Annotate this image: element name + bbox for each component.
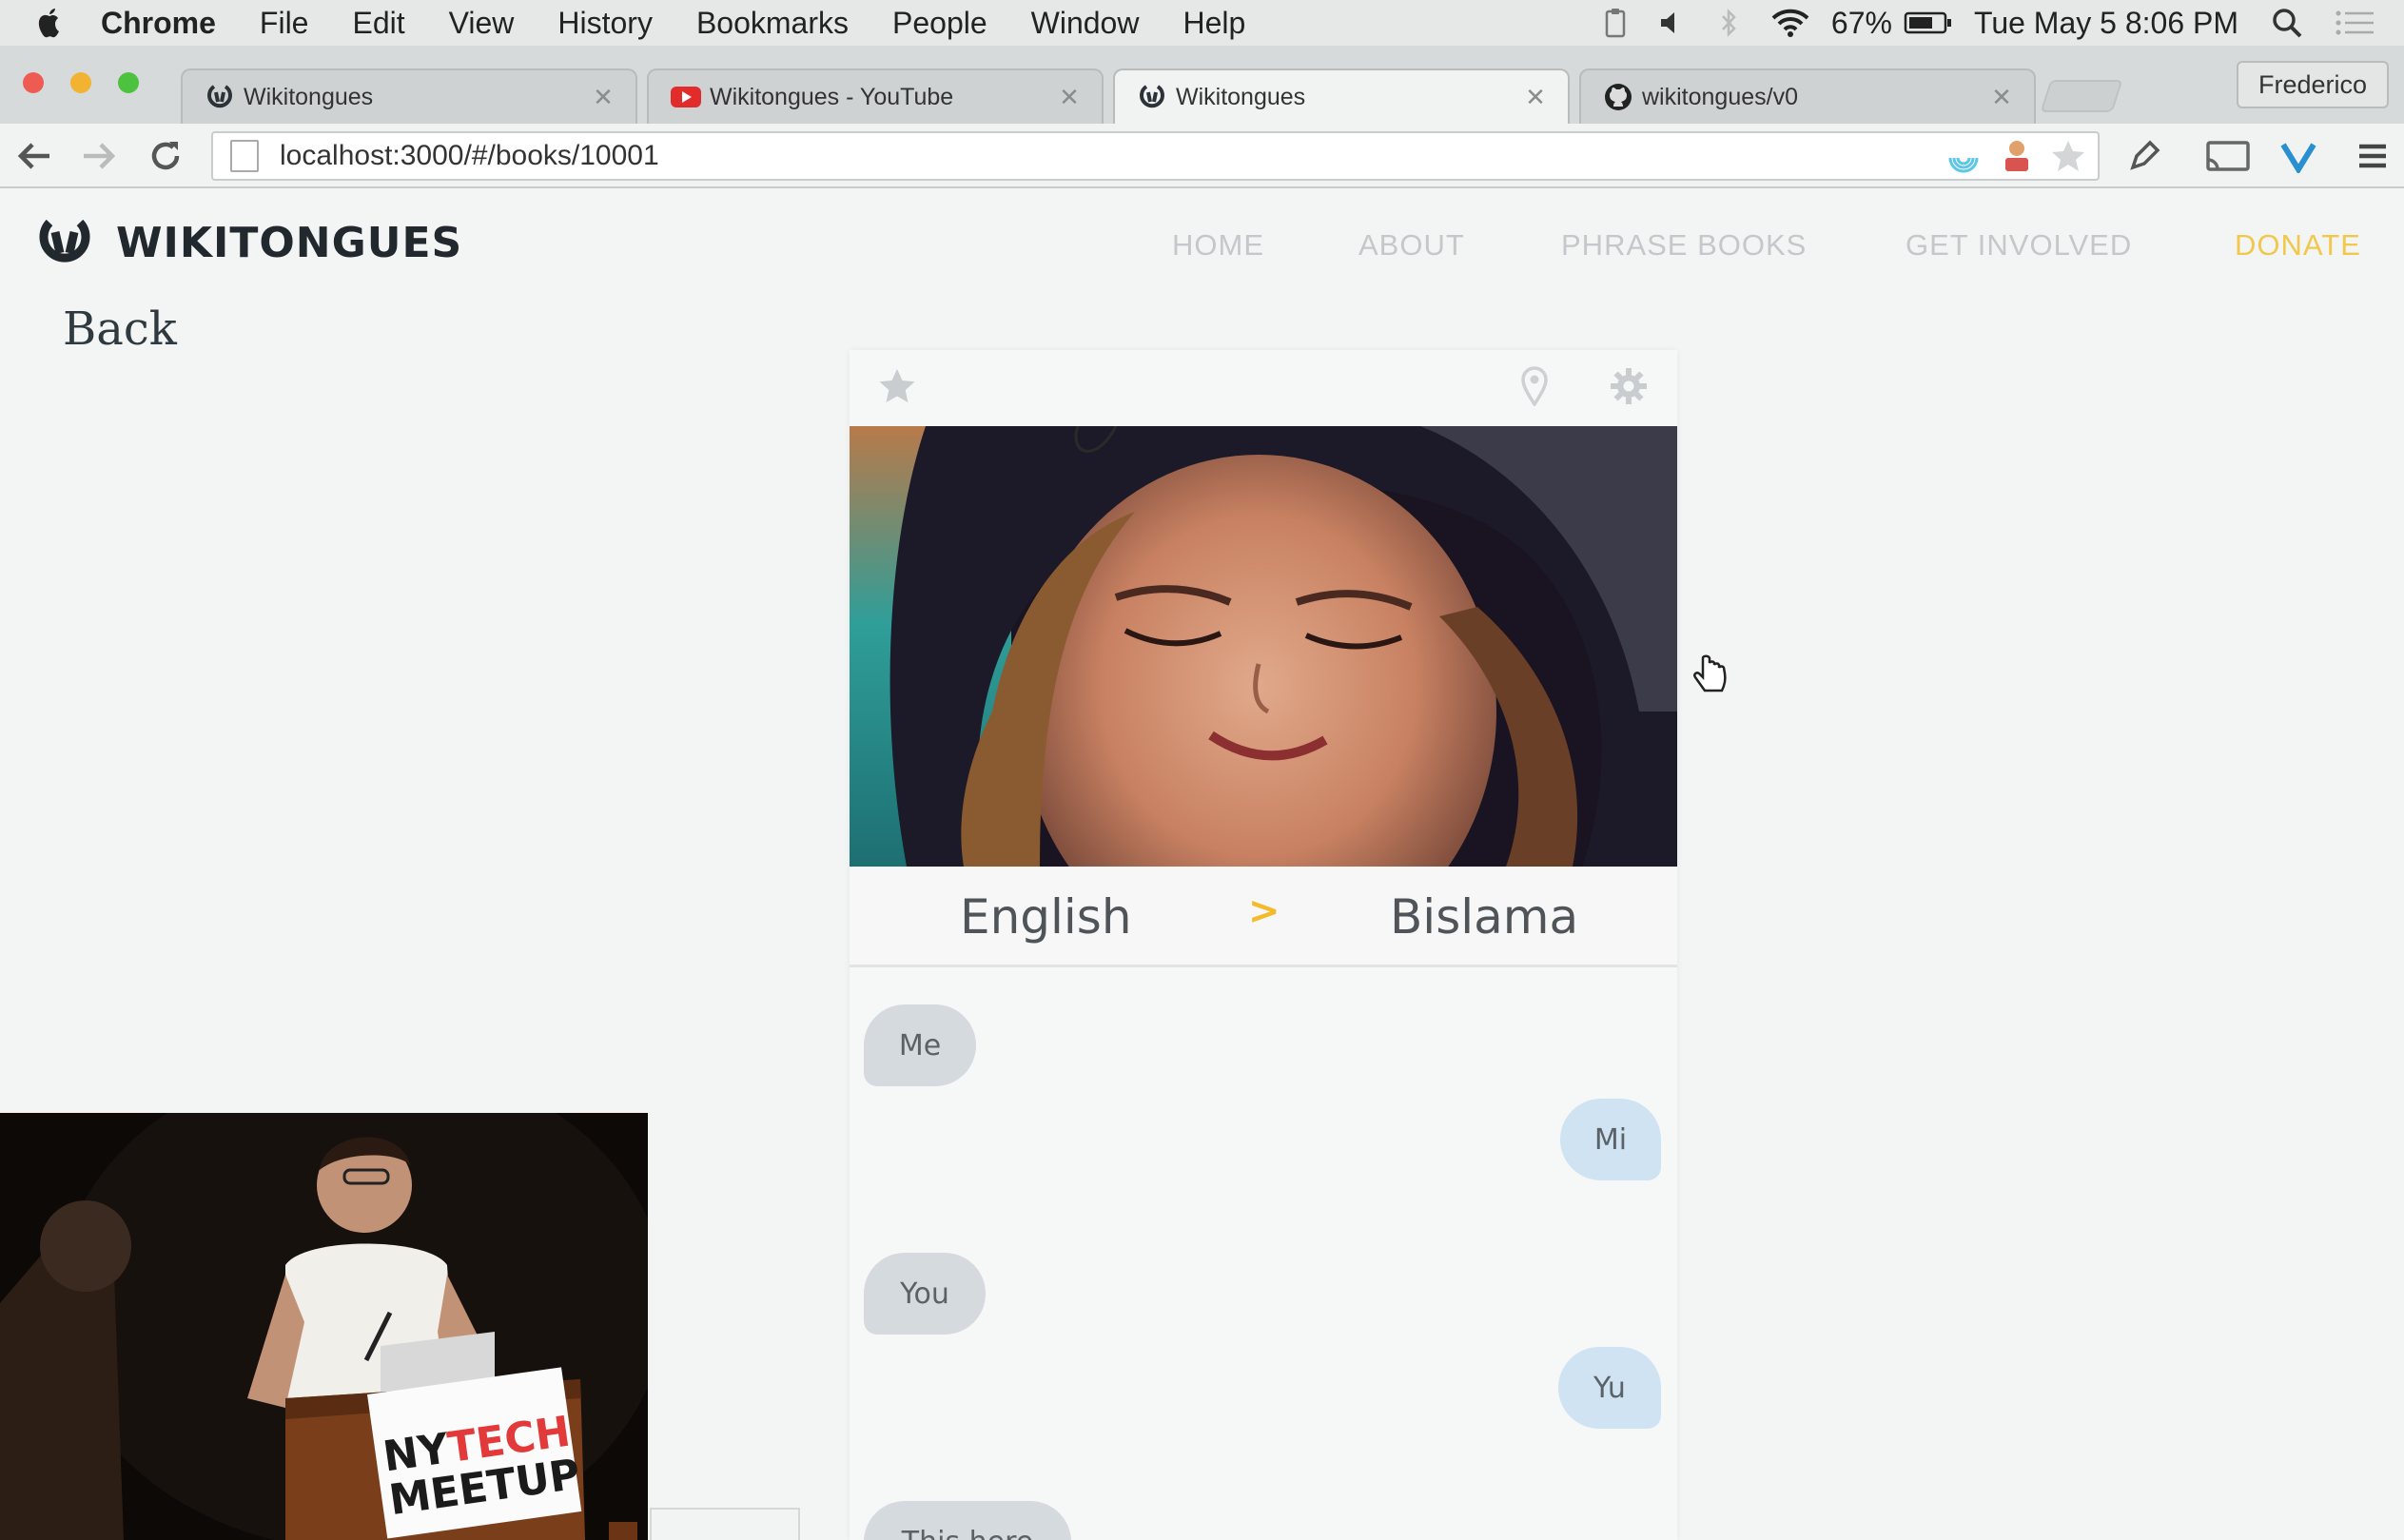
speaker-photo xyxy=(850,426,1677,867)
address-bar[interactable]: localhost:3000/#/books/10001 xyxy=(211,131,2100,181)
wifi-icon[interactable] xyxy=(1770,8,1810,38)
close-tab-icon[interactable]: ✕ xyxy=(592,83,615,112)
battery-icon[interactable] xyxy=(1904,10,1953,35)
tab-wikitongues-active[interactable]: Wikitongues ✕ xyxy=(1113,68,1570,124)
menu-people[interactable]: People xyxy=(892,6,987,41)
phrase-target-bubble[interactable]: Yu xyxy=(1558,1347,1661,1429)
volume-icon[interactable] xyxy=(1658,10,1687,36)
wikitongues-logo[interactable]: WIKITONGUES xyxy=(27,217,462,268)
cast-icon[interactable] xyxy=(2199,133,2257,179)
nav-about[interactable]: ABOUT xyxy=(1358,228,1465,263)
phrase-target-bubble[interactable]: Mi xyxy=(1560,1099,1661,1180)
close-tab-icon[interactable]: ✕ xyxy=(1990,83,2013,112)
wikitongues-icon xyxy=(204,83,236,111)
extension-swirl-icon[interactable] xyxy=(1941,133,1986,179)
phrase-source-bubble[interactable]: You xyxy=(864,1253,986,1335)
reload-icon[interactable] xyxy=(141,131,190,181)
extension-pen-icon[interactable] xyxy=(2121,133,2167,179)
source-language[interactable]: English xyxy=(960,889,1132,945)
battery-percent: 67% xyxy=(1830,5,1892,40)
menu-bookmarks[interactable]: Bookmarks xyxy=(696,6,849,41)
tab-wikitongues-1[interactable]: Wikitongues ✕ xyxy=(181,68,637,124)
chrome-menu-icon[interactable] xyxy=(2350,133,2395,179)
close-tab-icon[interactable]: ✕ xyxy=(1524,83,1547,112)
menu-edit[interactable]: Edit xyxy=(352,6,404,41)
clock[interactable]: Tue May 5 8:06 PM xyxy=(1974,6,2238,41)
tab-title: Wikitongues xyxy=(244,83,374,110)
target-language[interactable]: Bislama xyxy=(1390,889,1578,945)
search-icon[interactable] xyxy=(2271,7,2303,39)
tab-title: wikitongues/v0 xyxy=(1642,83,1798,110)
settings-gear-icon[interactable] xyxy=(1606,363,1652,409)
nav-phrase-books[interactable]: PHRASE BOOKS xyxy=(1561,228,1807,263)
page-icon xyxy=(230,140,259,172)
menu-window[interactable]: Window xyxy=(1031,6,1140,41)
menu-file[interactable]: File xyxy=(260,6,309,41)
nav-get-involved[interactable]: GET INVOLVED xyxy=(1906,228,2132,263)
extension-avatar-icon[interactable] xyxy=(1994,133,2040,179)
location-pin-icon[interactable] xyxy=(1512,363,1557,409)
extension-v-icon[interactable] xyxy=(2276,133,2321,179)
tab-github[interactable]: wikitongues/v0 ✕ xyxy=(1579,68,2036,124)
menu-app-name[interactable]: Chrome xyxy=(101,6,216,41)
profile-button[interactable]: Frederico xyxy=(2237,61,2389,108)
forward-arrow-icon[interactable] xyxy=(74,131,124,181)
bookmark-star-icon[interactable] xyxy=(2045,133,2091,179)
apple-icon[interactable] xyxy=(30,4,68,42)
tab-wikitongues-youtube[interactable]: Wikitongues - YouTube ✕ xyxy=(647,68,1104,124)
zoom-window-button[interactable] xyxy=(118,72,139,93)
menu-help[interactable]: Help xyxy=(1182,6,1245,41)
clipboard-icon[interactable] xyxy=(1605,8,1626,38)
new-tab-button[interactable] xyxy=(2040,80,2123,112)
favorite-star-icon[interactable] xyxy=(874,363,920,409)
minimize-window-button[interactable] xyxy=(70,72,91,93)
back-arrow-icon[interactable] xyxy=(10,131,59,181)
tab-title: Wikitongues xyxy=(1176,83,1306,110)
menu-view[interactable]: View xyxy=(449,6,515,41)
nav-donate[interactable]: DONATE xyxy=(2235,228,2361,263)
wikitongues-icon xyxy=(1136,83,1168,111)
menu-status-area: 67% Tue May 5 8:06 PM xyxy=(1573,0,2404,46)
screen: Chrome File Edit View History Bookmarks … xyxy=(0,0,2404,1540)
close-tab-icon[interactable]: ✕ xyxy=(1058,83,1081,112)
language-arrow: > xyxy=(1248,889,1280,933)
phrase-source-bubble[interactable]: Me xyxy=(864,1004,976,1086)
macos-menu-bar: Chrome File Edit View History Bookmarks … xyxy=(0,0,2404,46)
close-window-button[interactable] xyxy=(23,72,44,93)
url-text[interactable]: localhost:3000/#/books/10001 xyxy=(280,140,659,172)
partial-panel xyxy=(650,1508,800,1540)
tab-title: Wikitongues - YouTube xyxy=(710,83,954,110)
hand-cursor-icon xyxy=(1691,654,1730,700)
youtube-icon xyxy=(670,83,702,111)
notification-center-icon[interactable] xyxy=(2336,9,2375,37)
back-link[interactable]: Back xyxy=(63,302,177,356)
phrase-source-bubble[interactable]: This here xyxy=(864,1501,1071,1540)
nav-home[interactable]: HOME xyxy=(1172,228,1264,263)
wikitongues-logo-icon xyxy=(39,219,90,263)
bluetooth-icon[interactable] xyxy=(1719,8,1738,38)
menu-history[interactable]: History xyxy=(557,6,653,41)
github-icon xyxy=(1602,83,1634,111)
logo-text: WIKITONGUES xyxy=(116,218,463,267)
